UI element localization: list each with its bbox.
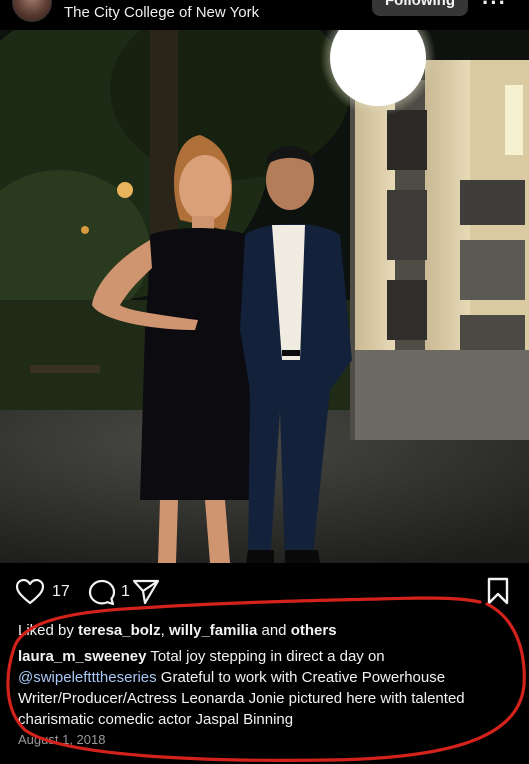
liked-by-and: and [261, 622, 287, 639]
post-header: The City College of New York Following ·… [0, 0, 529, 30]
following-button[interactable]: Following [372, 0, 468, 16]
action-bar: 17 1 [0, 563, 529, 618]
bookmark-icon[interactable] [486, 577, 510, 605]
photo-scene [0, 30, 529, 563]
location-label[interactable]: The City College of New York [64, 4, 259, 21]
caption-mention[interactable]: @swipeleftttheseries [18, 669, 157, 686]
share-icon[interactable] [132, 579, 160, 605]
comment-icon[interactable] [88, 579, 116, 607]
likes-others-link[interactable]: others [291, 622, 337, 639]
comments-count[interactable]: 1 [121, 583, 130, 601]
more-options-icon[interactable]: ··· [482, 0, 507, 16]
likes-count[interactable]: 17 [52, 583, 70, 601]
liked-by-separator: , [160, 622, 165, 639]
liked-by-prefix: Liked by [18, 622, 74, 639]
post-date: August 1, 2018 [18, 732, 106, 747]
liked-by-line: Liked by teresa_bolz, willy_familia and … [18, 622, 337, 639]
liker-link[interactable]: willy_familia [169, 622, 257, 639]
post-photo[interactable] [0, 30, 529, 563]
avatar[interactable] [12, 0, 52, 22]
post-caption: laura_m_sweeney Total joy stepping in di… [18, 646, 518, 730]
caption-username[interactable]: laura_m_sweeney [18, 648, 146, 665]
caption-text: Total joy stepping in direct a day on [150, 648, 385, 665]
heart-icon[interactable] [16, 579, 44, 605]
liker-link[interactable]: teresa_bolz [78, 622, 161, 639]
